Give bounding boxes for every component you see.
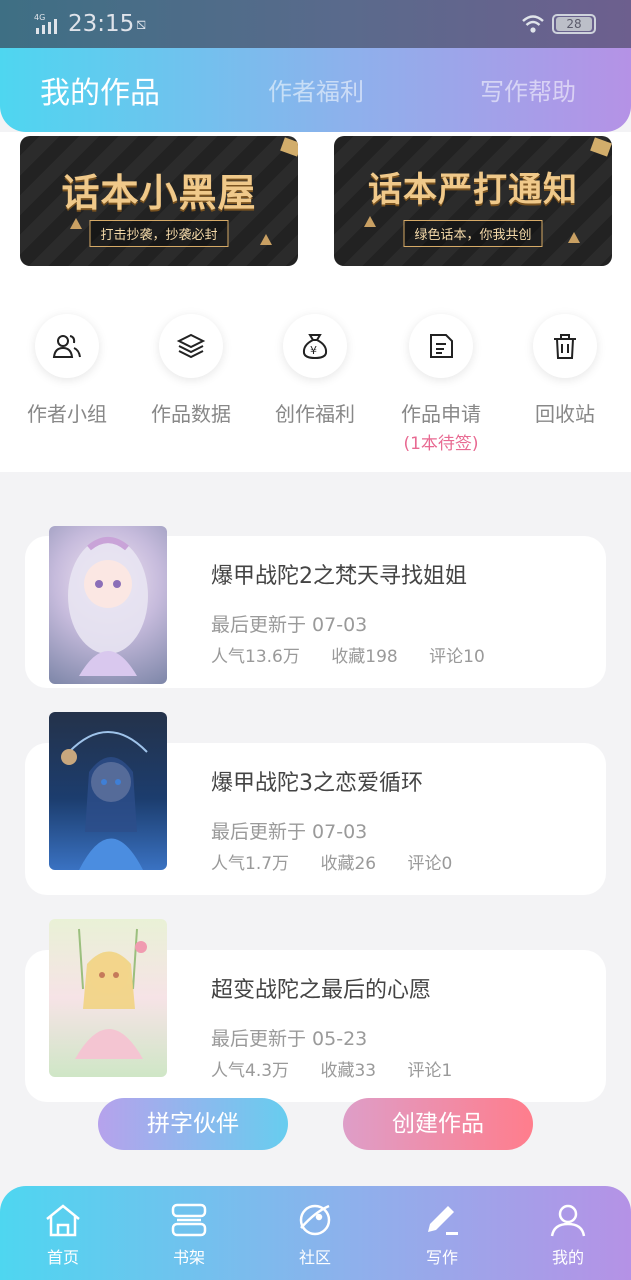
svg-text:¥: ¥ bbox=[310, 344, 317, 357]
layers-icon bbox=[159, 314, 223, 378]
tab-my-works[interactable]: 我的作品 bbox=[40, 68, 160, 112]
banner-subtitle: 绿色话本，你我共创 bbox=[403, 220, 543, 247]
nav-label: 社区 bbox=[298, 1248, 331, 1267]
feature-label: 作品申请 bbox=[401, 402, 481, 426]
create-work-button[interactable]: 创建作品 bbox=[343, 1098, 533, 1150]
banner-title: 话本小黑屋 bbox=[61, 171, 257, 215]
banner-blackroom[interactable]: 话本小黑屋 打击抄袭，抄袭必封 bbox=[20, 136, 298, 266]
work-comments: 评论0 bbox=[407, 854, 453, 874]
feature-label: 作品数据 bbox=[151, 402, 231, 426]
work-popularity: 人气4.3万 bbox=[211, 1061, 290, 1081]
work-cover bbox=[49, 712, 167, 870]
document-icon bbox=[409, 314, 473, 378]
header-section: 话本小黑屋 打击抄袭，抄袭必封 话本严打通知 绿色话本，你我共创 作者小组 作品… bbox=[0, 132, 631, 472]
nav-label: 我的 bbox=[551, 1248, 584, 1267]
nav-label: 书架 bbox=[172, 1248, 205, 1267]
work-updated: 最后更新于 07-03 bbox=[211, 614, 368, 636]
wifi-icon bbox=[522, 15, 544, 33]
feature-label: 作者小组 bbox=[27, 402, 107, 426]
trash-icon bbox=[533, 314, 597, 378]
anime-girl-illustration bbox=[68, 537, 148, 676]
home-icon bbox=[23, 1200, 103, 1240]
feature-label: 回收站 bbox=[535, 402, 595, 426]
feature-recycle-bin[interactable]: 回收站 bbox=[510, 314, 620, 427]
work-title: 爆甲战陀3之恋爱循环 bbox=[211, 771, 423, 796]
work-updated: 最后更新于 07-03 bbox=[211, 821, 368, 843]
nav-community[interactable]: 社区 bbox=[275, 1200, 355, 1268]
work-updated: 最后更新于 05-23 bbox=[211, 1028, 368, 1050]
anime-girl-illustration bbox=[61, 731, 148, 870]
tab-writing-help[interactable]: 写作帮助 bbox=[480, 72, 576, 107]
work-favorites: 收藏33 bbox=[320, 1061, 377, 1081]
work-popularity: 人气13.6万 bbox=[211, 647, 300, 667]
banner-subtitle: 打击抄袭，抄袭必封 bbox=[89, 220, 229, 247]
signal-icon: 4G bbox=[34, 13, 57, 34]
feature-label: 创作福利 bbox=[275, 402, 355, 426]
work-stats: 人气1.7万 收藏26 评论0 bbox=[211, 849, 478, 874]
nav-write[interactable]: 写作 bbox=[402, 1200, 482, 1268]
pen-icon bbox=[402, 1200, 482, 1240]
work-comments: 评论1 bbox=[407, 1061, 453, 1081]
nav-label: 首页 bbox=[46, 1248, 79, 1267]
nav-label: 写作 bbox=[425, 1248, 458, 1267]
battery-level: 28 bbox=[556, 17, 592, 31]
work-comments: 评论10 bbox=[429, 647, 485, 667]
nav-home[interactable]: 首页 bbox=[23, 1200, 103, 1268]
feature-author-group[interactable]: 作者小组 bbox=[12, 314, 122, 427]
work-favorites: 收藏198 bbox=[331, 647, 398, 667]
money-bag-icon: ¥ bbox=[283, 314, 347, 378]
work-stats: 人气13.6万 收藏198 评论10 bbox=[211, 642, 511, 667]
profile-icon bbox=[528, 1200, 608, 1240]
planet-icon bbox=[275, 1200, 355, 1240]
work-cover bbox=[49, 526, 167, 684]
nav-profile[interactable]: 我的 bbox=[528, 1200, 608, 1268]
bookshelf-icon bbox=[149, 1200, 229, 1240]
anime-girl-illustration bbox=[75, 928, 147, 1059]
work-cover bbox=[49, 919, 167, 1077]
nfc-icon: ⧅ bbox=[136, 14, 147, 33]
status-bar: 4G 23:15 ⧅ 28 bbox=[0, 0, 631, 48]
work-stats: 人气4.3万 收藏33 评论1 bbox=[211, 1056, 478, 1081]
top-tabs: 我的作品 作者福利 写作帮助 bbox=[0, 48, 631, 132]
tab-author-benefits[interactable]: 作者福利 bbox=[268, 72, 364, 107]
feature-work-application[interactable]: 作品申请 (1本待签) bbox=[386, 314, 496, 454]
bottom-nav: 首页 书架 社区 写作 我的 bbox=[0, 1186, 631, 1280]
work-title: 超变战陀之最后的心愿 bbox=[211, 978, 432, 1003]
work-popularity: 人气1.7万 bbox=[211, 854, 290, 874]
work-favorites: 收藏26 bbox=[320, 854, 377, 874]
status-time: 23:15 bbox=[68, 11, 135, 37]
pending-sign-count: (1本待签) bbox=[403, 434, 479, 454]
banner-crackdown-notice[interactable]: 话本严打通知 绿色话本，你我共创 bbox=[334, 136, 612, 266]
banner-title: 话本严打通知 bbox=[368, 170, 578, 210]
work-title: 爆甲战陀2之梵天寻找姐姐 bbox=[211, 564, 467, 589]
battery-icon: 28 bbox=[552, 14, 596, 34]
feature-work-data[interactable]: 作品数据 bbox=[136, 314, 246, 427]
word-partner-button[interactable]: 拼字伙伴 bbox=[98, 1098, 288, 1150]
feature-creation-benefits[interactable]: ¥ 创作福利 bbox=[260, 314, 370, 427]
nav-bookshelf[interactable]: 书架 bbox=[149, 1200, 229, 1268]
svg-text:4G: 4G bbox=[34, 13, 45, 22]
users-icon bbox=[35, 314, 99, 378]
